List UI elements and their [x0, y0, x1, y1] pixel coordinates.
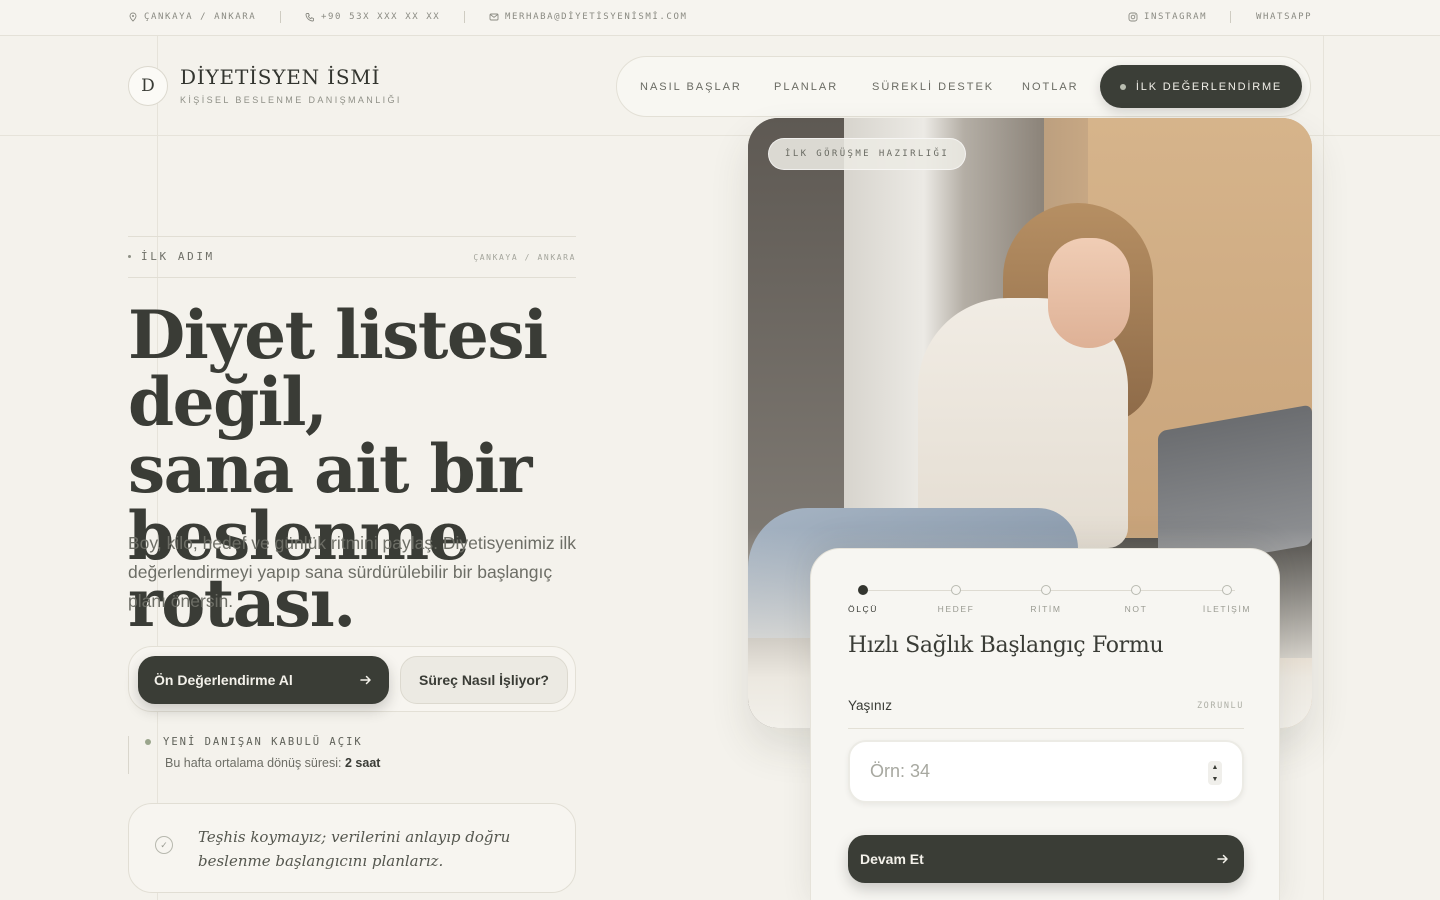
phone-icon	[305, 13, 314, 22]
step-ritim[interactable]: RİTİM	[1016, 585, 1076, 614]
top-bar: ÇANKAYA / ANKARA +90 53X XXX XX XX MERHA…	[0, 0, 1440, 36]
nav-item-planlar[interactable]: PLANLAR	[774, 81, 838, 93]
pre-assessment-label: Ön Değerlendirme Al	[154, 672, 293, 688]
dot-icon	[1119, 83, 1126, 90]
check-circle-icon: ✓	[155, 836, 173, 854]
phone-text: +90 53X XXX XX XX	[321, 12, 441, 22]
age-label: Yaşınız	[848, 698, 893, 713]
bullet-icon	[128, 255, 131, 258]
status-title: YENİ DANIŞAN KABULÜ AÇIK	[145, 736, 380, 748]
nav-cta-button[interactable]: İLK DEĞERLENDİRME	[1100, 65, 1302, 108]
number-stepper[interactable]: ▲ ▼	[1208, 761, 1222, 785]
nav-item-nasil-baslar[interactable]: NASIL BAŞLAR	[640, 81, 742, 93]
email-text: MERHABA@DİYETİSYENİSMİ.COM	[505, 12, 688, 22]
step-indicator	[858, 585, 868, 595]
step-hedef[interactable]: HEDEF	[926, 585, 986, 614]
stepper-down-icon[interactable]: ▼	[1212, 776, 1219, 783]
guide-line	[1323, 36, 1324, 900]
eyebrow-text: İLK ADIM	[141, 250, 215, 263]
status-text: Bu hafta ortalama dönüş süresi:	[165, 756, 342, 770]
instagram-icon	[1128, 12, 1138, 22]
step-label: HEDEF	[937, 604, 975, 614]
topbar-email[interactable]: MERHABA@DİYETİSYENİSMİ.COM	[489, 12, 687, 22]
age-input[interactable]	[870, 761, 1170, 782]
arrow-right-icon	[1217, 854, 1228, 864]
instagram-link: INSTAGRAM	[1144, 12, 1208, 22]
step-indicator	[951, 585, 961, 595]
hero-lead: Boy, kilo, hedef ve günlük ritmini payla…	[128, 533, 577, 611]
logo-initial: D	[141, 76, 155, 96]
topbar-location: ÇANKAYA / ANKARA	[128, 12, 256, 22]
step-indicator	[1131, 585, 1141, 595]
step-iletisim[interactable]: İLETİŞİM	[1197, 585, 1257, 614]
age-field-header: Yaşınız ZORUNLU	[848, 691, 1244, 729]
status-value: 2 saat	[344, 756, 381, 770]
nav-item-notlar[interactable]: NOTLAR	[1022, 81, 1079, 93]
topbar-whatsapp[interactable]: WHATSAPP	[1256, 12, 1312, 22]
disclaimer-text: Teşhis koymayız; verilerini anlayıp doğr…	[198, 828, 511, 870]
step-label: NOT	[1124, 604, 1148, 614]
photo-shape	[1048, 238, 1130, 348]
form-title: Hızlı Sağlık Başlangıç Formu	[848, 633, 1164, 658]
photo-badge: İLK GÖRÜŞME HAZIRLIĞI	[768, 138, 967, 170]
required-badge: ZORUNLU	[1196, 701, 1244, 711]
divider	[280, 11, 281, 23]
continue-label: Devam Et	[860, 851, 924, 867]
divider	[464, 11, 465, 23]
mail-icon	[489, 13, 499, 21]
map-pin-icon	[129, 12, 137, 22]
hero-button-group: Ön Değerlendirme Al Süreç Nasıl İşliyor?	[128, 646, 576, 712]
intake-status: YENİ DANIŞAN KABULÜ AÇIK Bu hafta ortala…	[128, 736, 380, 774]
logo[interactable]: D	[128, 66, 168, 106]
pre-assessment-button[interactable]: Ön Değerlendirme Al	[138, 656, 389, 704]
step-olcu[interactable]: ÖLÇÜ	[833, 585, 893, 614]
topbar-phone[interactable]: +90 53X XXX XX XX	[305, 12, 440, 22]
status-detail: Bu hafta ortalama dönüş süresi: 2 saat	[165, 756, 380, 770]
arrow-right-icon	[360, 675, 371, 685]
nav-cta-label: İLK DEĞERLENDİRME	[1135, 80, 1283, 93]
status-dot-icon	[145, 739, 151, 745]
nav-item-surekli-destek[interactable]: SÜREKLİ DESTEK	[872, 81, 994, 93]
brand-tagline: KİŞİSEL BESLENME DANIŞMANLIĞI	[180, 95, 402, 105]
step-indicator	[1041, 585, 1051, 595]
how-it-works-button[interactable]: Süreç Nasıl İşliyor?	[400, 656, 568, 704]
stepper-up-icon[interactable]: ▲	[1212, 764, 1219, 771]
form-stepper: ÖLÇÜ HEDEF RİTİM NOT İLETİŞİM	[848, 585, 1250, 621]
step-label: RİTİM	[1030, 604, 1062, 614]
eyebrow-location: ÇANKAYA / ANKARA	[473, 253, 576, 262]
step-label: ÖLÇÜ	[847, 604, 879, 614]
headline-line: sana ait bir	[128, 430, 532, 508]
headline-line: Diyet listesi değil,	[128, 296, 548, 441]
brand-name[interactable]: DİYETİSYEN İSMİ	[180, 65, 380, 89]
eyebrow: İLK ADIM	[128, 250, 215, 263]
step-indicator	[1222, 585, 1232, 595]
eyebrow-row: İLK ADIM ÇANKAYA / ANKARA	[128, 236, 576, 278]
divider	[1230, 11, 1231, 23]
disclaimer-card: ✓ Teşhis koymayız; verilerini anlayıp do…	[128, 803, 576, 893]
continue-button[interactable]: Devam Et	[848, 835, 1244, 883]
step-label: İLETİŞİM	[1202, 604, 1252, 614]
quick-health-form: ÖLÇÜ HEDEF RİTİM NOT İLETİŞİM Hızlı Sağl…	[810, 548, 1280, 900]
age-input-box: ▲ ▼	[848, 740, 1244, 803]
main-nav: NASIL BAŞLAR PLANLAR SÜREKLİ DESTEK NOTL…	[616, 56, 1311, 117]
whatsapp-link: WHATSAPP	[1256, 12, 1313, 22]
location-text: ÇANKAYA / ANKARA	[144, 12, 257, 22]
topbar-instagram[interactable]: INSTAGRAM	[1128, 12, 1207, 22]
step-not[interactable]: NOT	[1106, 585, 1166, 614]
status-title-text: YENİ DANIŞAN KABULÜ AÇIK	[163, 736, 363, 748]
